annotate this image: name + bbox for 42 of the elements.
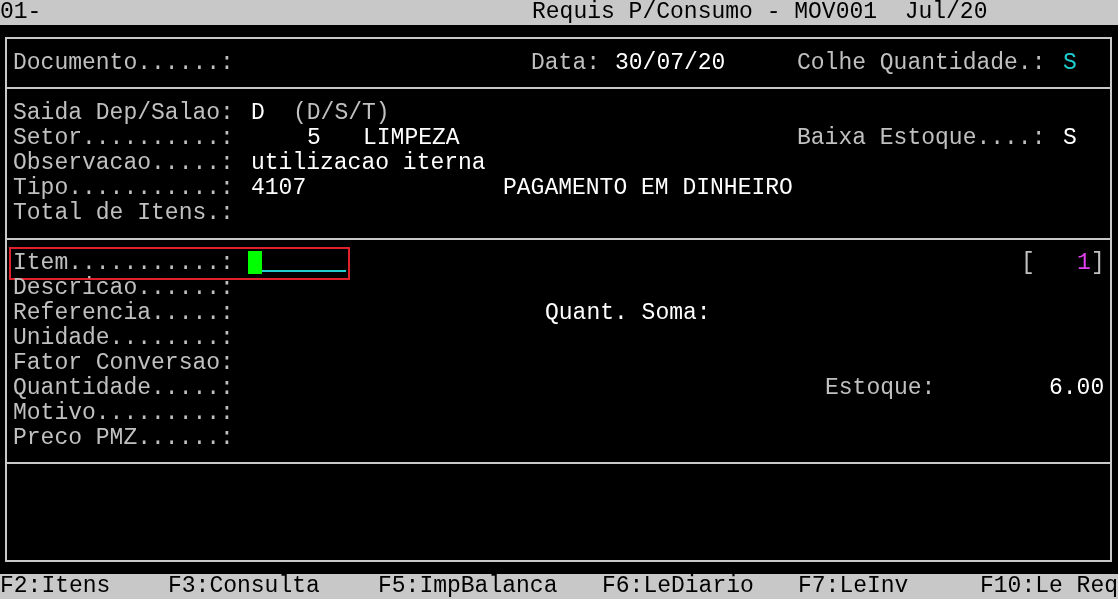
function-key-hint[interactable]: F7:LeInv — [798, 574, 909, 599]
field-value: S — [1063, 50, 1077, 76]
window-title: Requis P/Consumo - MOV001 Jul/20 — [532, 0, 988, 25]
field-label: Motivo.........: — [13, 401, 234, 426]
field-hint: (D/S/T) — [293, 101, 390, 126]
item-counter: 1 — [1077, 251, 1091, 276]
field-value: D — [251, 101, 265, 126]
field-label: Item...........: — [13, 250, 234, 276]
field-value: 6.00 — [1049, 376, 1105, 401]
field-label: Tipo...........: — [13, 176, 234, 201]
field-value: LIMPEZA — [363, 126, 460, 151]
field-label: Preco PMZ......: — [13, 426, 234, 451]
field-label: Quant. Soma: — [545, 301, 711, 326]
field-label: Documento......: — [13, 50, 234, 76]
field-label: Descricao......: — [13, 276, 234, 301]
function-key-hint[interactable]: F10:Le Req — [980, 574, 1118, 599]
field-label: Fator Conversao: — [13, 351, 234, 376]
field-label: Data: — [531, 50, 600, 76]
field-label: Observacao.....: — [13, 151, 234, 176]
field-label: Baixa Estoque....: — [797, 126, 1046, 151]
field-label: Estoque: — [825, 376, 936, 401]
screen-code: 01- — [0, 0, 42, 25]
field-value: S — [1063, 126, 1077, 151]
field-label: Unidade........: — [13, 326, 234, 351]
field-label: Total de Itens.: — [13, 201, 234, 226]
function-key-hint[interactable]: F3:Consulta — [168, 574, 320, 599]
function-key-hint[interactable]: F6:LeDiario — [602, 574, 754, 599]
field-value: utilizacao iterna — [251, 151, 486, 176]
field-label: Setor..........: — [13, 126, 234, 151]
field-value: 30/07/20 — [615, 50, 726, 76]
field-code: 5 — [307, 126, 321, 151]
field-code: 4107 — [251, 176, 307, 201]
function-key-hint[interactable]: F2:Itens — [0, 574, 111, 599]
bracket: ] — [1091, 251, 1105, 276]
input-field[interactable] — [247, 251, 346, 275]
field-value: PAGAMENTO EM DINHEIRO — [503, 176, 793, 201]
bracket: [ — [1021, 251, 1035, 276]
field-label: Colhe Quantidade.: — [797, 50, 1046, 76]
function-key-hint[interactable]: F5:ImpBalanca — [378, 574, 558, 599]
field-label: Saida Dep/Salao: — [13, 101, 234, 126]
field-label: Quantidade.....: — [13, 376, 234, 401]
field-label: Referencia.....: — [13, 301, 234, 326]
